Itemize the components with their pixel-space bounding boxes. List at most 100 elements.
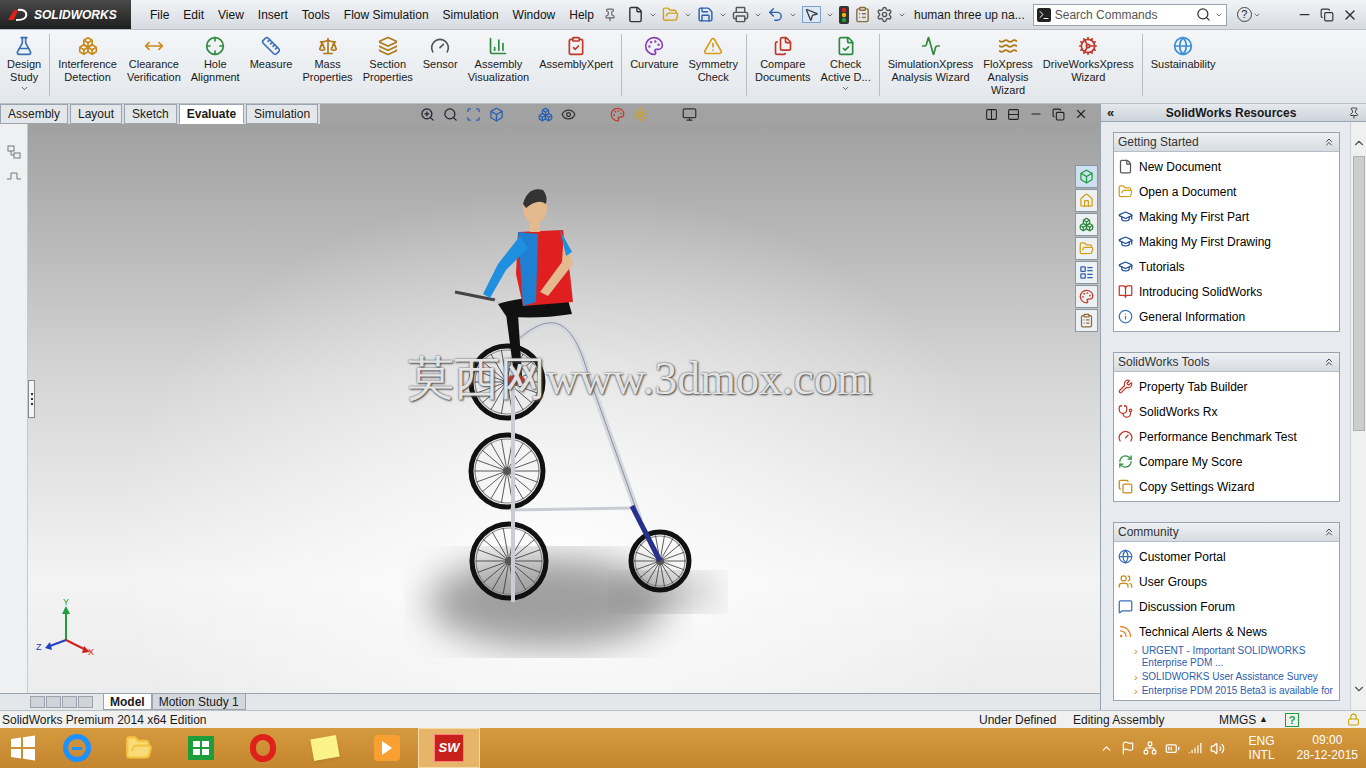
dropdown-icon[interactable] xyxy=(898,11,906,19)
command-button[interactable]: CompareDocuments xyxy=(750,30,816,84)
resource-link[interactable]: SolidWorks Rx xyxy=(1114,399,1339,424)
menu-item[interactable]: Tools xyxy=(295,6,337,24)
task-pane-tab[interactable] xyxy=(1075,309,1098,332)
tab-nav-button[interactable] xyxy=(78,696,93,708)
restore-icon[interactable] xyxy=(1320,8,1334,22)
collapse-icon[interactable] xyxy=(1323,356,1335,368)
news-link[interactable]: ›URGENT - Important SOLIDWORKS Enterpris… xyxy=(1114,644,1339,670)
resource-link[interactable]: Compare My Score xyxy=(1114,449,1339,474)
status-help[interactable]: ? xyxy=(1285,713,1299,727)
command-button[interactable]: ClearanceVerification xyxy=(122,30,186,84)
menu-item[interactable]: Help xyxy=(562,6,601,24)
section-header[interactable]: Getting Started xyxy=(1114,133,1339,152)
collapse-button[interactable]: « xyxy=(1107,106,1114,119)
task-pane-tab[interactable] xyxy=(1075,261,1098,284)
tab[interactable]: Sketch xyxy=(124,104,177,124)
options-icon[interactable] xyxy=(876,6,893,23)
tab-nav-button[interactable] xyxy=(46,696,61,708)
view-orientation-icon[interactable] xyxy=(538,107,553,122)
search-field[interactable]: Search Commands xyxy=(1033,4,1227,26)
menu-item[interactable]: Flow Simulation xyxy=(337,6,436,24)
split-horizontal-icon[interactable] xyxy=(1007,108,1020,121)
pin-icon[interactable] xyxy=(603,8,617,22)
restore-icon[interactable] xyxy=(1052,108,1065,121)
units-menu[interactable]: ▲ xyxy=(1259,713,1285,727)
scroll-up-icon[interactable] xyxy=(1352,136,1366,150)
signal-icon[interactable] xyxy=(1188,741,1202,755)
view-settings-icon[interactable] xyxy=(682,107,697,122)
taskbar-app[interactable] xyxy=(170,728,232,768)
resource-link[interactable]: Open a Document xyxy=(1114,179,1339,204)
search-icon[interactable] xyxy=(1196,7,1211,22)
resource-link[interactable]: Tutorials xyxy=(1114,254,1339,279)
tab[interactable]: Assembly xyxy=(0,104,68,124)
command-button[interactable]: InterferenceDetection xyxy=(53,30,122,84)
resource-link[interactable]: Customer Portal xyxy=(1114,544,1339,569)
task-pane-tab[interactable] xyxy=(1075,165,1098,188)
command-button[interactable]: Measure xyxy=(245,30,298,71)
feature-manager-icon[interactable] xyxy=(6,144,22,160)
taskbar-app[interactable] xyxy=(356,728,418,768)
dropdown-icon[interactable] xyxy=(719,11,727,19)
command-button[interactable]: AssemblyVisualization xyxy=(463,30,535,84)
taskbar-app[interactable] xyxy=(232,728,294,768)
task-pane-tab[interactable] xyxy=(1075,213,1098,236)
battery-icon[interactable] xyxy=(1165,741,1180,756)
taskbar-app[interactable] xyxy=(46,728,108,768)
task-pane-tab[interactable] xyxy=(1075,237,1098,260)
command-button[interactable]: AssemblyXpert xyxy=(534,30,618,71)
command-button[interactable]: DesignStudy xyxy=(2,30,46,93)
news-link[interactable]: ›Enterprise PDM 2015 Beta3 is available … xyxy=(1114,684,1339,698)
select-button[interactable] xyxy=(802,6,821,23)
zoom-area-icon[interactable] xyxy=(443,107,458,122)
save-icon[interactable] xyxy=(697,6,714,23)
menu-item[interactable]: Insert xyxy=(251,6,295,24)
section-view-icon[interactable] xyxy=(489,107,504,122)
resource-link[interactable]: User Groups xyxy=(1114,569,1339,594)
minimize-icon[interactable] xyxy=(1029,107,1043,121)
start-button[interactable] xyxy=(0,728,46,768)
taskbar-app[interactable] xyxy=(294,728,356,768)
units[interactable]: MMGS xyxy=(1219,711,1259,729)
split-vertical-icon[interactable] xyxy=(985,108,998,121)
command-button[interactable]: HoleAlignment xyxy=(186,30,245,84)
command-button[interactable]: FloXpressAnalysisWizard xyxy=(978,30,1038,97)
graphics-area[interactable]: 莫西网www.3dmox.comYXZ xyxy=(28,124,1100,693)
action-center-icon[interactable] xyxy=(1121,741,1135,755)
section-header[interactable]: Community xyxy=(1114,523,1339,542)
pin-icon[interactable] xyxy=(1348,107,1360,119)
dropdown-icon[interactable] xyxy=(789,11,797,19)
dropdown-icon[interactable] xyxy=(684,11,692,19)
appearance-icon[interactable] xyxy=(610,107,625,122)
taskbar-app[interactable] xyxy=(108,728,170,768)
command-button[interactable]: DriveWorksXpressWizard xyxy=(1038,30,1139,84)
dropdown-icon[interactable] xyxy=(826,11,834,19)
resource-link[interactable]: General Information xyxy=(1114,304,1339,329)
command-button[interactable]: Sensor xyxy=(418,30,463,71)
command-button[interactable]: SymmetryCheck xyxy=(683,30,743,84)
bike-model-drawing[interactable] xyxy=(28,124,1100,693)
tab[interactable]: Layout xyxy=(70,104,122,124)
print-icon[interactable] xyxy=(732,6,749,23)
previous-view-icon[interactable] xyxy=(466,107,481,122)
dropdown-icon[interactable] xyxy=(649,11,657,19)
tab-nav-button[interactable] xyxy=(62,696,77,708)
new-document-icon[interactable] xyxy=(627,6,644,23)
collapse-icon[interactable] xyxy=(1323,136,1335,148)
section-header[interactable]: SolidWorks Tools xyxy=(1114,353,1339,372)
tab-nav-button[interactable] xyxy=(30,696,45,708)
scroll-thumb[interactable] xyxy=(1353,156,1365,431)
task-pane-tab[interactable] xyxy=(1075,189,1098,212)
command-button[interactable]: SimulationXpressAnalysis Wizard xyxy=(883,30,979,84)
scrollbar[interactable] xyxy=(1350,122,1366,710)
resource-link[interactable]: Property Tab Builder xyxy=(1114,374,1339,399)
dropdown-icon[interactable] xyxy=(20,84,29,93)
tab[interactable]: Evaluate xyxy=(179,104,244,124)
resource-link[interactable]: Discussion Forum xyxy=(1114,594,1339,619)
language-indicator[interactable]: ENGINTL xyxy=(1249,734,1275,762)
file-properties-icon[interactable] xyxy=(854,6,871,23)
app-logo[interactable]: SOLIDWORKS xyxy=(0,0,131,29)
zoom-to-fit-icon[interactable] xyxy=(420,107,435,122)
command-button[interactable]: CheckActive D... xyxy=(816,30,876,93)
display-style-icon[interactable] xyxy=(561,107,576,122)
